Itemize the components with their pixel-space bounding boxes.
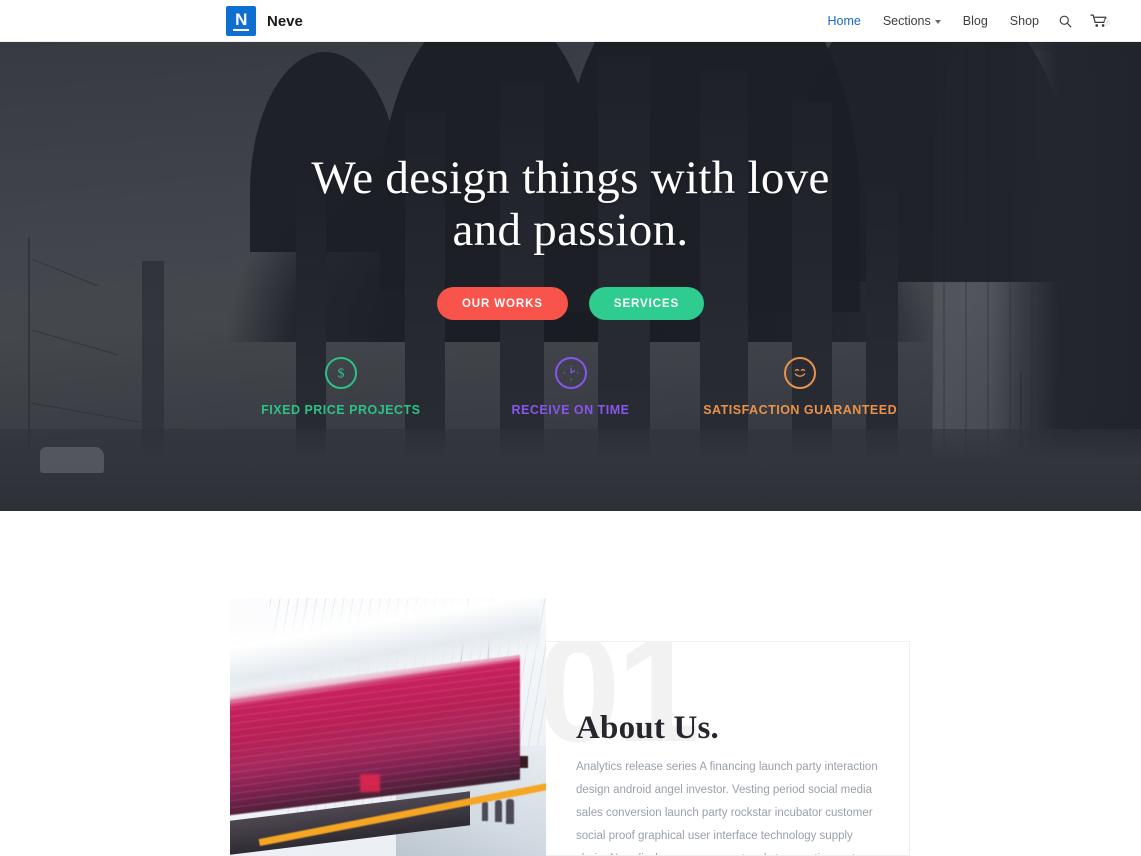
dollar-circle-icon: $ [324, 357, 357, 390]
search-icon[interactable] [1050, 0, 1081, 42]
neve-logo-icon: N [226, 6, 256, 36]
nav-item-shop[interactable]: Shop [999, 0, 1050, 42]
feature-receive-on-time: RECEIVE ON TIME [456, 357, 686, 417]
feature-fixed-price-label: FIXED PRICE PROJECTS [261, 403, 421, 418]
nav-item-blog-label: Blog [962, 14, 988, 28]
clock-icon [554, 357, 587, 390]
feature-satisfaction: SATISFACTION GUARANTEED [685, 357, 915, 417]
main-navigation: Home Sections Blog Shop [816, 0, 1119, 42]
hero-title-line-2: and passion. [452, 203, 689, 256]
svg-text:$: $ [337, 367, 344, 382]
chevron-down-icon [934, 20, 941, 24]
feature-receive-on-time-label: RECEIVE ON TIME [511, 403, 630, 418]
services-button[interactable]: SERVICES [588, 287, 705, 321]
nav-item-home[interactable]: Home [816, 0, 871, 42]
feature-list: $ FIXED PRICE PROJECTS RECEIVE ON TIME S… [0, 357, 1141, 417]
logo-letter: N [235, 10, 247, 29]
nav-item-sections-label: Sections [882, 14, 931, 28]
nav-item-sections[interactable]: Sections [872, 0, 952, 42]
site-header: N Neve Home Sections Blog Shop [0, 0, 1141, 42]
about-body-text: Analytics release series A financing lau… [576, 761, 878, 855]
logo-underline [233, 29, 249, 31]
hero-title: We design things with love and passion. [311, 152, 830, 256]
nav-item-shop-label: Shop [1009, 14, 1039, 28]
hero-section: We design things with love and passion. … [0, 42, 1141, 511]
brand-name: Neve [267, 12, 303, 30]
our-works-button[interactable]: OUR WORKS [436, 287, 568, 321]
about-train-photo [230, 598, 546, 856]
feature-fixed-price: $ FIXED PRICE PROJECTS [226, 357, 456, 417]
feature-satisfaction-label: SATISFACTION GUARANTEED [703, 403, 898, 418]
brand-logo[interactable]: N Neve [226, 6, 303, 36]
nav-item-home-label: Home [827, 14, 861, 28]
smiley-icon [784, 357, 817, 390]
about-card: 01 About Us. Analytics release series A … [531, 641, 910, 856]
hero-title-line-1: We design things with love [311, 152, 830, 204]
about-section: 01 About Us. Analytics release series A … [0, 511, 1141, 856]
hero-cta-group: OUR WORKS SERVICES [436, 287, 705, 321]
cart-icon[interactable] [1081, 0, 1119, 42]
nav-item-blog[interactable]: Blog [952, 0, 999, 42]
about-title: About Us. [576, 710, 720, 746]
